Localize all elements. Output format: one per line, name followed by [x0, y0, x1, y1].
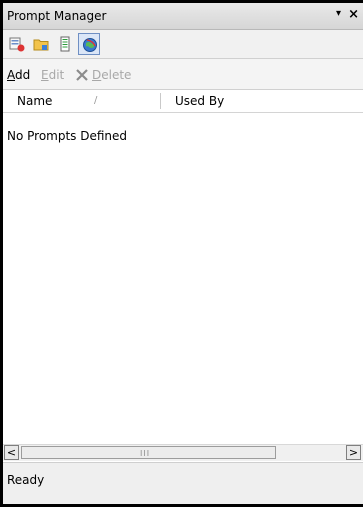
- list-header: Name / Used By: [3, 90, 363, 113]
- scroll-left-button[interactable]: <: [4, 445, 19, 460]
- edit-button-label: dit: [48, 68, 65, 82]
- prompt-list-icon: [9, 37, 25, 52]
- add-button[interactable]: Add: [7, 68, 30, 82]
- globe-icon: [83, 38, 97, 52]
- column-divider[interactable]: [160, 93, 161, 109]
- add-button-label: dd: [15, 68, 31, 82]
- add-button-accesskey: A: [7, 68, 15, 82]
- delete-button-accesskey: D: [92, 68, 102, 82]
- horizontal-scrollbar[interactable]: < III >: [3, 444, 363, 461]
- scroll-thumb[interactable]: III: [21, 446, 276, 459]
- edit-button[interactable]: Edit: [41, 68, 64, 82]
- sort-indicator-icon: /: [94, 95, 98, 106]
- prompt-manager-panel: Prompt Manager ▾ × Add Edit Delete Name …: [0, 0, 363, 507]
- status-text: Ready: [7, 473, 45, 487]
- delete-button-label: elete: [101, 68, 132, 82]
- scroll-right-button[interactable]: >: [346, 445, 361, 460]
- action-toolbar: Add Edit Delete: [3, 59, 363, 90]
- prompt-list-button[interactable]: [6, 33, 28, 55]
- delete-button[interactable]: Delete: [92, 68, 131, 82]
- document-button[interactable]: [54, 33, 76, 55]
- close-button[interactable]: ×: [348, 7, 359, 22]
- icon-toolbar: [3, 30, 363, 59]
- scroll-grip-icon: III: [140, 449, 151, 458]
- delete-x-icon: [76, 69, 88, 81]
- document-icon: [60, 36, 70, 52]
- status-bar: Ready: [3, 462, 363, 504]
- window-title: Prompt Manager: [7, 9, 107, 23]
- globe-button[interactable]: [78, 33, 100, 55]
- title-bar: Prompt Manager ▾ ×: [3, 3, 363, 30]
- folder-button[interactable]: [30, 33, 52, 55]
- empty-list-message: No Prompts Defined: [7, 129, 128, 143]
- column-header-name[interactable]: Name: [17, 94, 52, 108]
- pin-dropdown-button[interactable]: ▾: [336, 8, 341, 19]
- edit-button-accesskey: E: [41, 68, 49, 82]
- folder-icon: [33, 39, 49, 51]
- column-header-used-by[interactable]: Used By: [175, 94, 224, 108]
